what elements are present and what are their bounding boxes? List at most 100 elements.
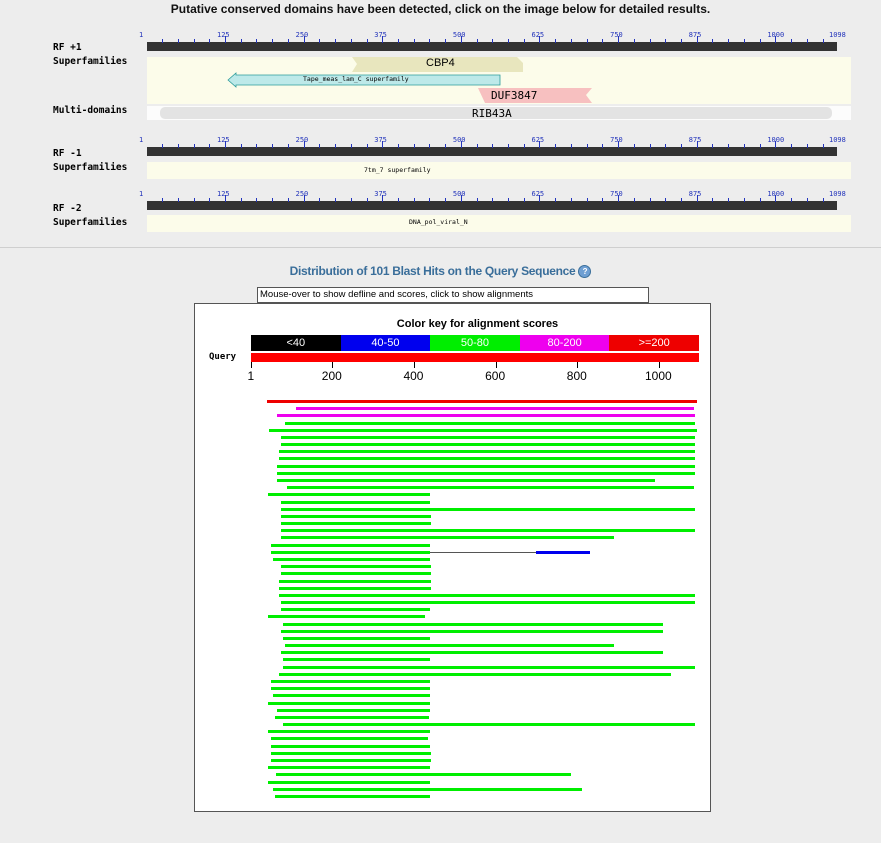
ruler-tick bbox=[759, 198, 761, 202]
ruler-tick bbox=[649, 144, 651, 148]
ruler-tick bbox=[335, 144, 337, 148]
hit-bar[interactable] bbox=[279, 457, 695, 461]
hit-bar[interactable] bbox=[281, 529, 695, 533]
ruler-tick bbox=[287, 198, 289, 202]
hit-bar[interactable] bbox=[281, 629, 664, 633]
hit-bar[interactable] bbox=[273, 787, 583, 791]
color-key-cell: >=200 bbox=[609, 335, 699, 351]
ruler-tick-label: 750 bbox=[610, 136, 623, 144]
hit-bar[interactable] bbox=[295, 407, 694, 411]
hit-bar[interactable] bbox=[283, 622, 664, 626]
ruler-tick bbox=[712, 198, 714, 202]
hit-bar[interactable] bbox=[279, 450, 695, 454]
hit-bar[interactable] bbox=[285, 644, 615, 648]
hit-bar[interactable] bbox=[277, 414, 695, 418]
hit-bar[interactable] bbox=[267, 493, 431, 497]
hit-bar[interactable] bbox=[271, 737, 428, 741]
hit-bar[interactable] bbox=[281, 522, 432, 526]
hit-bar[interactable] bbox=[279, 672, 672, 676]
ruler-tick bbox=[633, 144, 635, 148]
ruler-tick bbox=[602, 198, 604, 202]
hit-bar[interactable] bbox=[281, 500, 431, 504]
hit-bar[interactable] bbox=[281, 443, 695, 447]
hit-bar[interactable] bbox=[281, 601, 695, 605]
domain-label-cbp4: CBP4 bbox=[426, 57, 455, 69]
ruler-tick bbox=[382, 141, 384, 148]
help-icon[interactable]: ? bbox=[578, 265, 592, 279]
hit-bar[interactable] bbox=[281, 435, 695, 439]
hit-bar[interactable] bbox=[267, 780, 431, 784]
section-divider bbox=[0, 247, 881, 248]
hit-bar[interactable] bbox=[283, 665, 695, 669]
ruler-tick-label: 500 bbox=[452, 190, 466, 198]
axis-tick-label: 400 bbox=[403, 369, 424, 383]
ruler-tick bbox=[413, 144, 415, 148]
ruler-tick bbox=[429, 144, 431, 148]
ruler-tick-label: 375 bbox=[374, 190, 387, 198]
ruler-tick bbox=[618, 36, 620, 43]
hit-bar[interactable] bbox=[287, 486, 694, 490]
hit-bar[interactable] bbox=[285, 421, 695, 425]
hit-bar[interactable] bbox=[267, 766, 431, 770]
ruler-tick bbox=[366, 144, 368, 148]
hit-bar[interactable] bbox=[273, 694, 431, 698]
hit-bar[interactable] bbox=[277, 471, 695, 475]
hit-bar[interactable] bbox=[281, 608, 431, 612]
hit-bar[interactable] bbox=[271, 759, 432, 762]
hit-bar[interactable] bbox=[281, 507, 695, 511]
hit-bar[interactable] bbox=[271, 751, 432, 755]
superfamilies-label: Superfamilies bbox=[53, 217, 128, 228]
hit-bar[interactable] bbox=[267, 701, 431, 705]
hit-bar[interactable] bbox=[281, 536, 615, 540]
ruler-tick bbox=[822, 39, 824, 43]
hit-bar[interactable] bbox=[283, 723, 695, 727]
hit-bar[interactable] bbox=[277, 478, 655, 482]
hit-bar[interactable] bbox=[267, 615, 425, 619]
hit-bar[interactable] bbox=[281, 572, 432, 576]
hit-bar[interactable] bbox=[267, 730, 431, 734]
hit-bar[interactable] bbox=[283, 658, 431, 662]
ruler-tick-label: 750 bbox=[610, 190, 623, 198]
ruler-tick bbox=[570, 198, 572, 202]
hit-bar[interactable] bbox=[271, 550, 431, 554]
hit-bar[interactable] bbox=[271, 680, 431, 684]
ruler-tick bbox=[240, 144, 242, 148]
hit-bar[interactable] bbox=[273, 557, 431, 561]
superfamily-band bbox=[147, 215, 851, 232]
hit-bar[interactable] bbox=[271, 687, 431, 691]
hit-bar[interactable] bbox=[283, 636, 431, 640]
hit-bar[interactable] bbox=[281, 514, 432, 518]
query-sequence-bar bbox=[251, 353, 699, 362]
hit-bar[interactable] bbox=[275, 715, 430, 719]
hit-bar[interactable] bbox=[281, 565, 432, 569]
blast-hits-graphic[interactable]: Color key for alignment scores <40 40-50 5… bbox=[194, 303, 711, 812]
hit-bar[interactable] bbox=[268, 428, 697, 432]
hit-bar[interactable] bbox=[277, 708, 431, 712]
ruler-tick bbox=[287, 39, 289, 43]
ruler-tick bbox=[523, 198, 525, 202]
ruler-tick bbox=[256, 198, 258, 202]
hit-bar[interactable] bbox=[266, 400, 697, 403]
ruler-tick bbox=[476, 144, 478, 148]
hit-bar[interactable] bbox=[277, 464, 695, 468]
ruler-tick bbox=[177, 39, 179, 43]
ruler-tick bbox=[791, 144, 793, 148]
ruler-tick bbox=[743, 198, 745, 202]
hit-bar[interactable] bbox=[279, 593, 695, 597]
ruler-tick bbox=[366, 198, 368, 202]
hit-bar[interactable] bbox=[279, 579, 432, 583]
axis-tick-label: 200 bbox=[321, 369, 342, 383]
hit-bar[interactable] bbox=[271, 744, 431, 748]
hit-bar-segment[interactable] bbox=[536, 550, 590, 554]
ruler-tick-label: 875 bbox=[688, 31, 702, 39]
ruler-tick bbox=[177, 198, 179, 202]
hit-bar[interactable] bbox=[275, 773, 572, 777]
hit-bar[interactable] bbox=[271, 543, 431, 547]
hit-bar[interactable] bbox=[275, 794, 431, 798]
ruler-tick bbox=[806, 144, 808, 148]
hit-bar[interactable] bbox=[279, 586, 432, 590]
hit-bar[interactable] bbox=[281, 651, 664, 655]
ruler-tick bbox=[397, 39, 399, 43]
ruler-tick bbox=[665, 198, 667, 202]
ruler-tick bbox=[618, 141, 620, 148]
